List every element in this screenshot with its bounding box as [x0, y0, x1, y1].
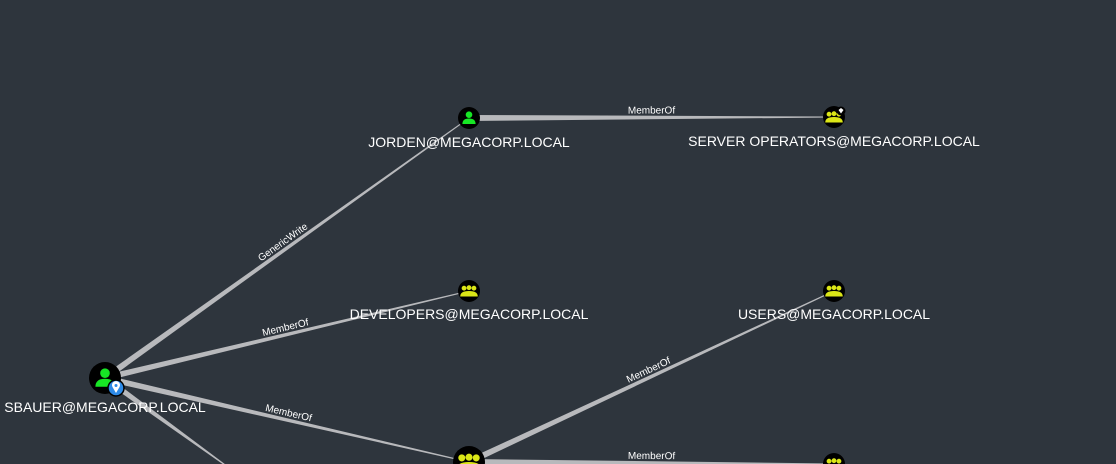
group-icon — [458, 280, 480, 302]
edge-label: GenericWrite — [256, 221, 310, 264]
graph-canvas[interactable]: GenericWriteMemberOfMemberOfMemberOfMemb… — [0, 0, 1116, 464]
diamond-icon — [836, 106, 846, 116]
node-group-bottom[interactable] — [453, 446, 485, 464]
node-users[interactable]: USERS@MEGACORP.LOCAL — [738, 280, 930, 322]
node-sbauer[interactable]: SBAUER@MEGACORP.LOCAL — [4, 362, 206, 415]
node-serverops[interactable]: SERVER OPERATORS@MEGACORP.LOCAL — [688, 106, 980, 149]
edge-line[interactable] — [104, 290, 470, 381]
node-developers[interactable]: DEVELOPERS@MEGACORP.LOCAL — [350, 280, 589, 322]
edge-memberof-2[interactable]: MemberOf — [104, 290, 470, 381]
edge-memberof-5[interactable]: MemberOf — [468, 451, 835, 464]
group-icon — [823, 280, 845, 302]
node-label: USERS@MEGACORP.LOCAL — [738, 306, 930, 322]
group-icon — [453, 446, 485, 464]
edge-label: MemberOf — [628, 451, 676, 462]
edge-line[interactable] — [103, 117, 470, 381]
node-label: SBAUER@MEGACORP.LOCAL — [4, 399, 206, 415]
node-label: DEVELOPERS@MEGACORP.LOCAL — [350, 306, 589, 322]
edge-memberof-1[interactable]: MemberOf — [468, 105, 835, 121]
node-jorden[interactable]: JORDEN@MEGACORP.LOCAL — [368, 107, 570, 150]
user-icon — [458, 107, 480, 129]
edge-genericwrite-0[interactable]: GenericWrite — [103, 117, 470, 381]
node-group-bottom-right[interactable] — [823, 453, 845, 464]
map-pin-icon — [107, 379, 125, 397]
group-icon — [823, 453, 845, 464]
edge-label: MemberOf — [628, 105, 675, 116]
node-label: SERVER OPERATORS@MEGACORP.LOCAL — [688, 133, 980, 149]
node-label: JORDEN@MEGACORP.LOCAL — [368, 134, 570, 150]
